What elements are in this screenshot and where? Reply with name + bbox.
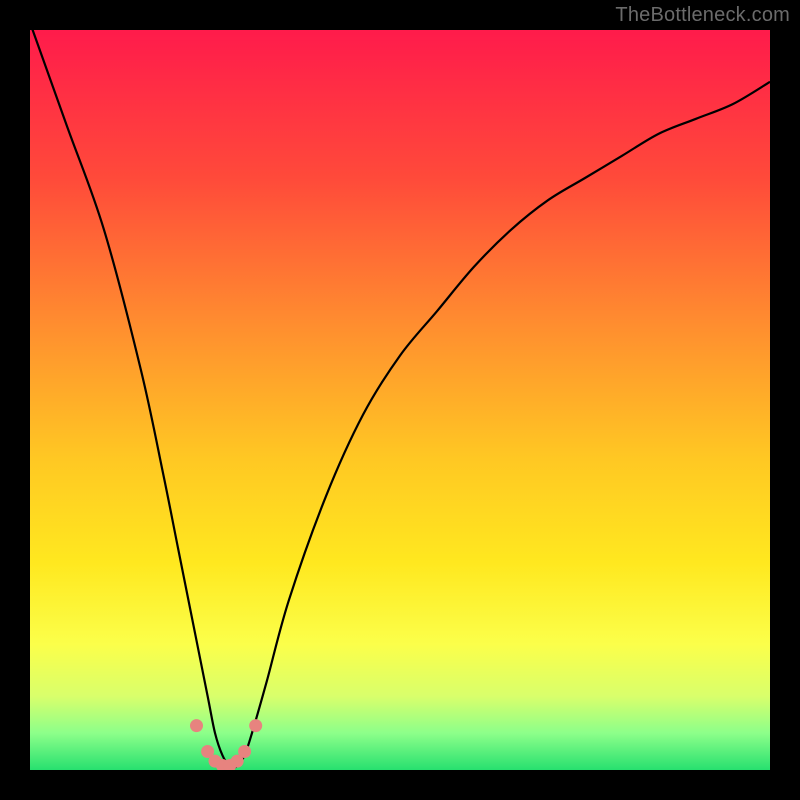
watermark-text: TheBottleneck.com [615, 4, 790, 27]
chart-frame: TheBottleneck.com [0, 0, 800, 800]
minimum-markers [190, 719, 262, 770]
marker-point [238, 745, 251, 758]
marker-point [249, 719, 262, 732]
plot-area [30, 30, 770, 770]
curve-path [30, 30, 770, 768]
bottleneck-curve [30, 30, 770, 770]
marker-point [190, 719, 203, 732]
